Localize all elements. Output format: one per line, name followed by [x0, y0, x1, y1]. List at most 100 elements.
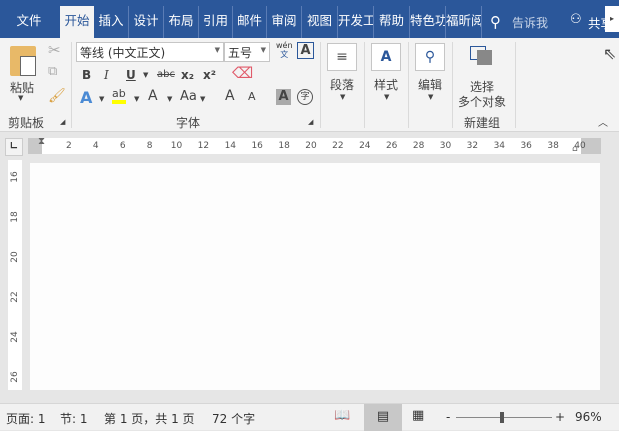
vertical-ruler-tick: 16	[10, 171, 20, 183]
tab-review[interactable]: 审阅	[267, 6, 302, 38]
grow-font-button[interactable]: A	[225, 88, 235, 104]
highlight-button[interactable]: ab	[112, 88, 126, 104]
styles-button[interactable]: 样式	[374, 76, 398, 93]
strikethrough-button[interactable]: abc	[157, 69, 175, 80]
font-launcher-icon[interactable]: ◢	[308, 118, 313, 126]
indent-marker-icon[interactable]: ⧗	[38, 136, 45, 147]
superscript-button[interactable]: x²	[203, 68, 216, 82]
character-shading-button[interactable]: A	[276, 89, 291, 105]
underline-dropdown-icon[interactable]: ▼	[143, 71, 148, 79]
phonetic-guide-button[interactable]: wén 文	[276, 41, 293, 59]
paste-icon[interactable]	[10, 46, 36, 76]
font-group-label: 字体	[176, 116, 201, 130]
text-effects-dropdown-icon[interactable]: ▼	[99, 95, 104, 103]
highlight-dropdown-icon[interactable]: ▼	[134, 95, 139, 103]
copy-icon[interactable]: ⧉	[48, 64, 57, 79]
styles-icon[interactable]: A	[371, 43, 401, 71]
collapse-ribbon-icon[interactable]: ︿	[598, 114, 608, 129]
search-icon[interactable]: ⚲	[490, 13, 501, 31]
tab-features[interactable]: 特色功	[410, 6, 446, 38]
editing-button[interactable]: 编辑	[418, 76, 442, 93]
zoom-in-button[interactable]: +	[555, 410, 565, 424]
vertical-ruler[interactable]: 16 18 20 22 24 26	[8, 160, 22, 390]
tab-scroll-right-button[interactable]: ▸	[605, 6, 619, 32]
paragraph-button[interactable]: 段落	[330, 76, 354, 93]
ribbon: 粘贴 ▼ ✂ ⧉ 🖌 剪贴板 ◢ 等线 (中文正文) ▼ 五号 ▼ wén 文 A B…	[0, 38, 619, 132]
find-icon[interactable]: ⚲	[415, 43, 445, 71]
read-mode-icon[interactable]: 📖	[334, 408, 350, 423]
new-group-label: 新建组	[464, 116, 501, 130]
ruler-tick: 20	[305, 141, 317, 151]
ruler-tick: 14	[224, 141, 237, 151]
font-color-button[interactable]: A	[148, 88, 158, 104]
select-objects-fill	[477, 50, 492, 65]
styles-dropdown-icon[interactable]: ▼	[384, 93, 389, 101]
zoom-slider-thumb[interactable]	[500, 412, 504, 423]
tab-view[interactable]: 视图	[302, 6, 338, 38]
ruler-tick: 8	[146, 141, 153, 151]
format-painter-icon[interactable]: 🖌	[48, 88, 66, 104]
vertical-ruler-tick: 20	[10, 251, 20, 263]
font-color-dropdown-icon[interactable]: ▼	[167, 95, 172, 103]
tab-selector-button[interactable]: ∟	[5, 138, 23, 156]
tab-mailings[interactable]: 邮件	[233, 6, 267, 38]
web-layout-icon[interactable]: ▦	[412, 408, 424, 423]
print-layout-icon[interactable]: ▤	[364, 404, 402, 431]
ruler-tick: 4	[92, 141, 99, 151]
shrink-font-button[interactable]: A	[248, 90, 256, 103]
editing-dropdown-icon[interactable]: ▼	[428, 93, 433, 101]
subscript-button[interactable]: x₂	[181, 68, 194, 82]
status-bar: 页面: 1 节: 1 第 1 页，共 1 页 72 个字 📖 ▤ ▦ - + 9…	[0, 403, 619, 431]
paste-dropdown-icon[interactable]: ▼	[18, 94, 23, 102]
change-case-dropdown-icon[interactable]: ▼	[200, 95, 205, 103]
tab-developer[interactable]: 开发工	[338, 6, 374, 38]
italic-button[interactable]: I	[104, 68, 109, 82]
change-case-button[interactable]: Aa	[180, 89, 197, 104]
paragraph-dropdown-icon[interactable]: ▼	[340, 93, 345, 101]
zoom-level[interactable]: 96%	[575, 410, 602, 424]
font-size-select[interactable]: 五号 ▼	[224, 42, 270, 62]
font-name-select[interactable]: 等线 (中文正文) ▼	[76, 42, 224, 62]
tab-references[interactable]: 引用	[199, 6, 233, 38]
ruler-tick: 30	[439, 141, 452, 151]
font-name-value: 等线 (中文正文)	[80, 46, 166, 60]
ruler-tick: 10	[170, 141, 183, 151]
ruler-tick: 22	[332, 141, 344, 151]
tell-me-input[interactable]: 告诉我	[512, 14, 548, 31]
tab-help[interactable]: 帮助	[374, 6, 410, 38]
horizontal-ruler[interactable]: 2 4 6 8 10 12 14 16 18 20 22 24 26 28 30 32 34 36 38 40	[28, 138, 601, 154]
tab-layout[interactable]: 布局	[164, 6, 199, 38]
ruler-tick: 6	[119, 141, 126, 151]
tab-home[interactable]: 开始	[60, 6, 94, 38]
mouse-cursor-icon: ⇖	[603, 44, 617, 63]
document-page[interactable]	[30, 163, 600, 390]
right-indent-marker-icon[interactable]: ⌂	[572, 144, 578, 154]
word-count-status[interactable]: 72 个字	[212, 410, 255, 427]
ruler-tick: 34	[493, 141, 506, 151]
page-number-status[interactable]: 页面: 1	[6, 410, 46, 427]
clipboard-launcher-icon[interactable]: ◢	[60, 118, 65, 126]
underline-button[interactable]: U	[126, 68, 136, 82]
section-status[interactable]: 节: 1	[60, 410, 88, 427]
paragraph-icon[interactable]: ≡	[327, 43, 357, 71]
page-count-status[interactable]: 第 1 页，共 1 页	[104, 410, 195, 427]
character-border-button[interactable]: A	[297, 42, 314, 59]
tab-insert[interactable]: 插入	[94, 6, 129, 38]
tab-file[interactable]: 文件	[0, 6, 58, 38]
cut-icon[interactable]: ✂	[48, 41, 61, 59]
ribbon-tab-bar: 文件 开始 插入 设计 布局 引用 邮件 审阅 视图 开发工 帮助 特色功 福昕…	[0, 0, 619, 38]
text-effects-button[interactable]: A	[80, 88, 92, 107]
vertical-ruler-tick: 26	[10, 371, 20, 383]
ruler-tick: 16	[251, 141, 263, 151]
zoom-slider[interactable]	[456, 417, 552, 418]
clear-formatting-icon[interactable]: ⌫	[232, 64, 253, 82]
select-objects-line2[interactable]: 多个对象	[458, 93, 506, 110]
tab-design[interactable]: 设计	[129, 6, 164, 38]
share-button[interactable]: 共享	[588, 13, 606, 32]
ruler-tick: 38	[547, 141, 559, 151]
enclose-characters-button[interactable]: 字	[297, 89, 313, 105]
ruler-tick: 36	[520, 141, 532, 151]
zoom-out-button[interactable]: -	[446, 410, 450, 424]
bold-button[interactable]: B	[82, 68, 91, 82]
tab-foxit[interactable]: 福昕阅	[446, 6, 482, 38]
